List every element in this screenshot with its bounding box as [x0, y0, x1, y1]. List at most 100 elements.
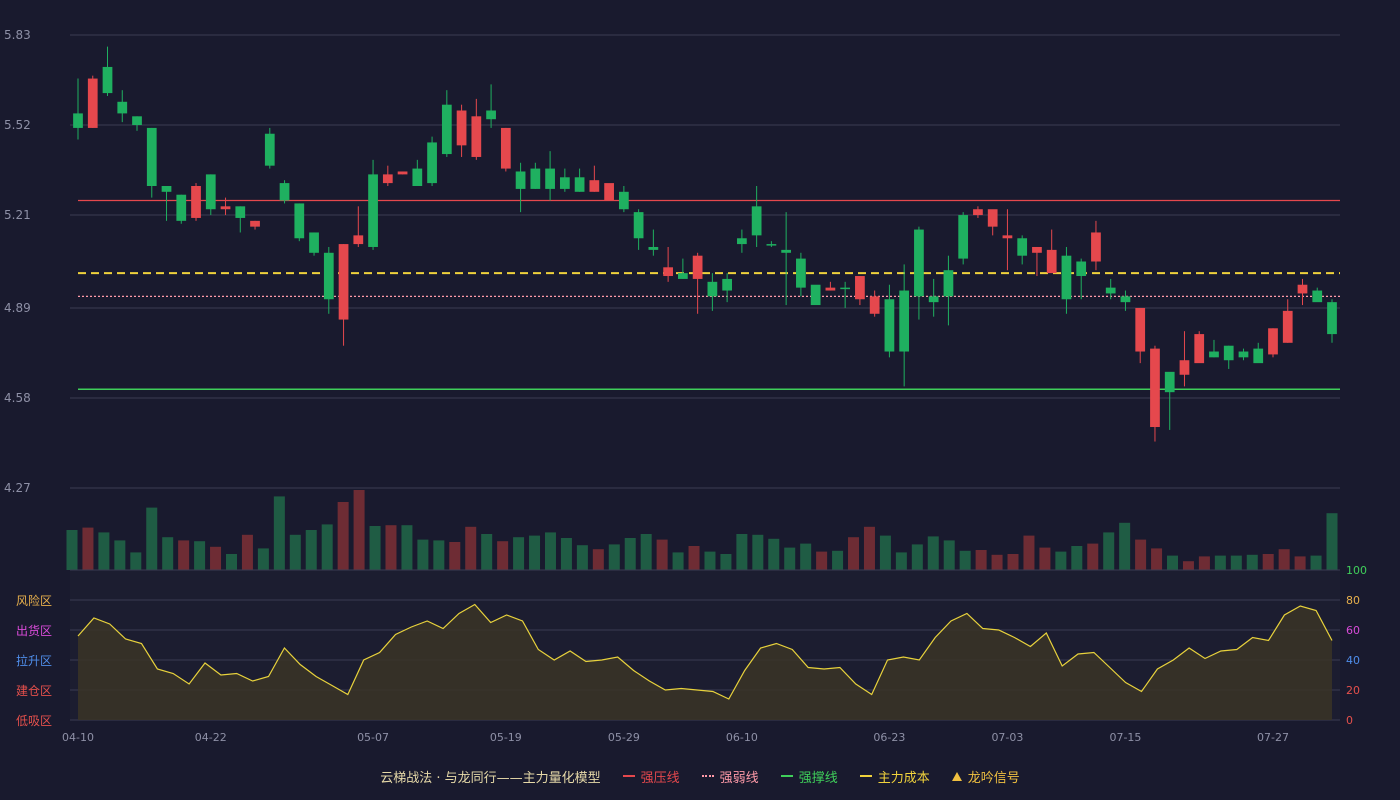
volume-bar: [1135, 539, 1147, 570]
candle-body: [117, 101, 128, 114]
candle-body: [102, 66, 113, 94]
volume-bar: [736, 534, 748, 570]
legend-label-dragon-signal: 龙吟信号: [967, 770, 1020, 786]
legend-label-main-cost: 主力成本: [877, 770, 930, 786]
chart-stage: 5.83 5.52 5.21 4.89 4.58 4.27 100 80 60 40 20 0 风险区出…: [0, 0, 1400, 800]
x-tick-label: 07-03: [991, 731, 1023, 744]
candle-body: [1135, 307, 1146, 352]
candle-body: [323, 252, 334, 300]
volume-bar: [1055, 551, 1067, 570]
volume-bar: [162, 537, 174, 570]
volume-bar: [321, 524, 333, 570]
volume-bar: [289, 534, 301, 570]
candle-body: [1164, 371, 1175, 393]
volume-bar: [1023, 535, 1035, 570]
candle-body: [1120, 296, 1131, 303]
candle-body: [220, 206, 231, 210]
x-tick-label: 04-22: [195, 731, 227, 744]
triangle-icon: [951, 771, 962, 781]
price-tick-label: 4.58: [4, 391, 31, 405]
candle-body: [382, 174, 393, 184]
candle-body: [648, 246, 659, 250]
volume-bar: [560, 538, 572, 570]
candle-body: [205, 174, 216, 210]
volume-bar: [1039, 547, 1051, 570]
oscillator-zone-label: 低吸区: [16, 714, 52, 728]
volume-bar: [481, 534, 493, 570]
legend-label-resistance: 强压线: [640, 770, 680, 786]
candle-body: [1032, 246, 1042, 253]
oscillator-tick-label: 0: [1346, 714, 1353, 727]
legend-swatch-weak: [701, 775, 714, 777]
candle-body: [869, 296, 880, 314]
candle-body: [1061, 255, 1072, 300]
volume-bar: [544, 532, 556, 570]
volume-bar: [513, 537, 525, 570]
candle-body: [397, 171, 408, 175]
volume-bar: [257, 548, 269, 570]
candle-body: [338, 244, 349, 320]
price-tick-label: 5.52: [4, 118, 31, 132]
volume-bar: [943, 540, 955, 570]
candle-body: [766, 244, 777, 246]
x-tick-label: 06-10: [726, 731, 758, 744]
candle-body: [279, 183, 290, 201]
candle-body: [309, 232, 319, 253]
volume-bar: [1151, 548, 1163, 570]
price-tick-label: 4.89: [4, 301, 31, 315]
volume-bar: [241, 534, 253, 570]
volume-bar: [1007, 554, 1019, 570]
oscillator-zone-label: 拉升区: [16, 653, 52, 668]
legend-item-dragon-signal[interactable]: 龙吟信号: [951, 767, 1020, 786]
candle-body: [899, 290, 910, 352]
candle-body: [1223, 345, 1234, 361]
candle-body: [973, 209, 983, 216]
volume-bar: [975, 550, 987, 570]
volume-bar: [1071, 546, 1083, 570]
candle-body: [471, 116, 482, 157]
volume-bar: [225, 554, 237, 570]
candle-body: [500, 127, 511, 169]
candle-body: [530, 168, 541, 189]
volume-bar: [1103, 532, 1115, 570]
candle-body: [914, 229, 924, 297]
volume-bar: [576, 545, 588, 570]
candle-body: [1297, 284, 1308, 294]
volume-bar: [305, 530, 317, 570]
candle-body: [633, 212, 644, 239]
x-tick-label: 04-10: [62, 731, 94, 744]
candle-body: [840, 287, 851, 290]
volume-bar: [656, 539, 668, 570]
candle-body: [427, 142, 437, 184]
candle-body: [943, 270, 954, 297]
volume-bar: [848, 537, 860, 570]
candle-body: [1209, 351, 1219, 358]
volume-bar: [672, 552, 684, 570]
candle-body: [1312, 290, 1323, 303]
volume-bar: [640, 534, 652, 570]
oscillator-zone-label: 风险区: [16, 593, 52, 608]
candle-body: [250, 220, 260, 227]
candle-body: [574, 177, 585, 192]
legend-swatch-resistance: [622, 775, 635, 777]
legend-item-resistance[interactable]: 强压线: [622, 767, 680, 786]
chart-legend: 云梯战法 · 与龙同行——主力量化模型 强压线 强弱线 强撑线 主力成本 龙吟信…: [0, 764, 1400, 788]
candle-body: [235, 206, 246, 218]
candle-body: [796, 258, 806, 288]
volume-bar: [879, 535, 891, 570]
candle-body: [810, 284, 821, 306]
volume-bar: [449, 542, 461, 570]
legend-item-weak[interactable]: 强弱线: [701, 767, 759, 786]
legend-item-support[interactable]: 强撑线: [780, 767, 838, 786]
legend-item-main-cost[interactable]: 主力成本: [859, 767, 930, 786]
candlestick-chart: 5.83 5.52 5.21 4.89 4.58 4.27 100 80 60 40 20 0 风险区出…: [4, 28, 1367, 744]
volume-bar: [273, 496, 285, 570]
volume-bar: [465, 526, 477, 570]
candle-body: [1282, 310, 1293, 343]
volume-bar: [210, 546, 222, 570]
volume-bar: [959, 550, 971, 570]
candle-body: [456, 110, 467, 146]
volume-bar: [1310, 555, 1322, 570]
x-tick-label: 05-29: [608, 731, 640, 744]
candle-body: [368, 174, 378, 247]
